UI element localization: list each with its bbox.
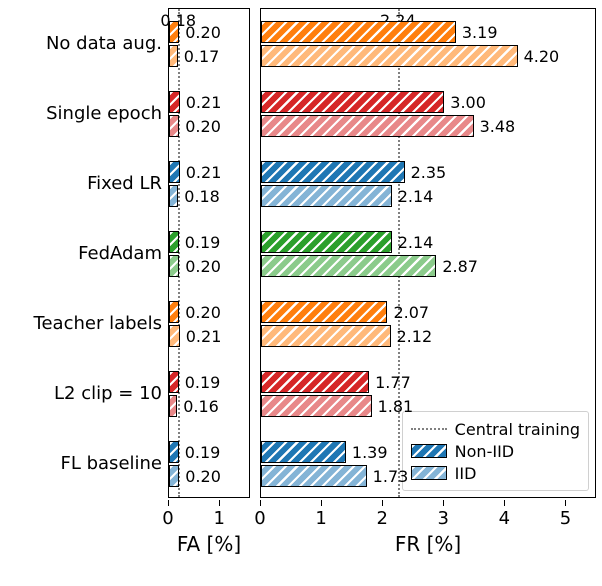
bar-value-label: 0.21 (186, 327, 222, 346)
bar (261, 91, 444, 113)
x-tick-label: 3 (438, 508, 449, 529)
x-tick (168, 500, 169, 506)
x-tick-label: 1 (315, 508, 326, 529)
legend: Central training Non-IID IID (402, 411, 589, 491)
bar-value-label: 4.20 (524, 47, 560, 66)
legend-iid-label: IID (455, 464, 477, 483)
bar (261, 395, 372, 417)
bar (169, 231, 179, 253)
bar (169, 325, 180, 347)
legend-noniid-label: Non-IID (455, 442, 514, 461)
x-tick-label: 5 (560, 508, 571, 529)
bar (169, 395, 177, 417)
bar-value-label: 3.48 (480, 117, 516, 136)
category-label: Fixed LR (0, 173, 162, 194)
reference-line-fr (398, 9, 400, 497)
bar-value-label: 3.19 (462, 23, 498, 42)
bar (169, 371, 179, 393)
x-tick-label: 4 (499, 508, 510, 529)
bar (261, 45, 518, 67)
panel-fa: 0.18 0.200.170.210.200.210.180.190.200.2… (168, 8, 250, 498)
legend-iid: IID (411, 462, 580, 484)
x-tick (219, 500, 220, 506)
category-label: FedAdam (0, 243, 162, 264)
bar-value-label: 2.87 (442, 257, 478, 276)
bar (169, 301, 179, 323)
x-tick-label: 2 (376, 508, 387, 529)
bar-value-label: 0.20 (185, 23, 221, 42)
bar (169, 45, 178, 67)
legend-central-label: Central training (455, 420, 580, 439)
bar-value-label: 0.20 (185, 467, 221, 486)
bar (169, 91, 180, 113)
category-label: Teacher labels (0, 313, 162, 334)
category-label: Single epoch (0, 103, 162, 124)
bar (261, 21, 456, 43)
bar (261, 465, 367, 487)
x-label-fa: FA [%] (168, 532, 250, 556)
bar-value-label: 1.77 (375, 373, 411, 392)
bar-value-label: 2.14 (398, 233, 434, 252)
x-tick-label: 0 (254, 508, 265, 529)
bar (261, 255, 436, 277)
bar-value-label: 1.39 (352, 443, 388, 462)
bar (169, 255, 179, 277)
bar-value-label: 2.14 (398, 187, 434, 206)
y-axis-labels: No data aug. Single epoch Fixed LR FedAdam T… (0, 8, 168, 498)
reference-line-fa (178, 9, 180, 497)
bar (261, 301, 387, 323)
bar-value-label: 0.16 (183, 397, 219, 416)
bar (169, 185, 178, 207)
bar (169, 161, 180, 183)
bar-value-label: 0.20 (185, 257, 221, 276)
bar (169, 465, 179, 487)
x-axis-fr: FR [%] 012345 (260, 500, 596, 580)
chart-figure: No data aug. Single epoch Fixed LR FedAdam T… (0, 0, 602, 586)
bar (261, 185, 392, 207)
panel-fr: 2.24 Central training Non-IID IID 3.194.… (260, 8, 596, 498)
legend-central: Central training (411, 418, 580, 440)
bar-value-label: 0.20 (185, 303, 221, 322)
bar-value-label: 0.17 (184, 47, 220, 66)
swatch-noniid (411, 444, 447, 458)
bar-value-label: 0.18 (184, 187, 220, 206)
x-tick (504, 500, 505, 506)
bar-value-label: 3.00 (450, 93, 486, 112)
x-tick-label: 0 (162, 508, 173, 529)
bar (261, 115, 474, 137)
x-axis-fa: FA [%] 01 (168, 500, 250, 580)
x-tick (260, 500, 261, 506)
bar-value-label: 2.07 (393, 303, 429, 322)
bar (169, 21, 179, 43)
bar (261, 441, 346, 463)
bar (261, 161, 405, 183)
bar (169, 115, 179, 137)
bar-value-label: 2.35 (411, 163, 447, 182)
legend-noniid: Non-IID (411, 440, 580, 462)
bar (261, 325, 391, 347)
dotted-line-icon (411, 428, 447, 430)
bar-value-label: 1.81 (378, 397, 414, 416)
category-label: No data aug. (0, 33, 162, 54)
bar (261, 371, 369, 393)
bar-value-label: 0.19 (185, 233, 221, 252)
category-label: FL baseline (0, 453, 162, 474)
bar-value-label: 0.21 (186, 163, 222, 182)
bar-value-label: 0.21 (186, 93, 222, 112)
x-tick (443, 500, 444, 506)
bar-value-label: 1.73 (373, 467, 409, 486)
bar-value-label: 0.19 (185, 373, 221, 392)
x-tick (382, 500, 383, 506)
bar-value-label: 0.20 (185, 117, 221, 136)
bar (169, 441, 179, 463)
x-label-fr: FR [%] (260, 532, 596, 556)
x-tick-label: 1 (214, 508, 225, 529)
bar (261, 231, 392, 253)
x-tick (321, 500, 322, 506)
bar-value-label: 2.12 (397, 327, 433, 346)
x-tick (565, 500, 566, 506)
bar-value-label: 0.19 (185, 443, 221, 462)
swatch-iid (411, 466, 447, 480)
category-label: L2 clip = 10 (0, 383, 162, 404)
